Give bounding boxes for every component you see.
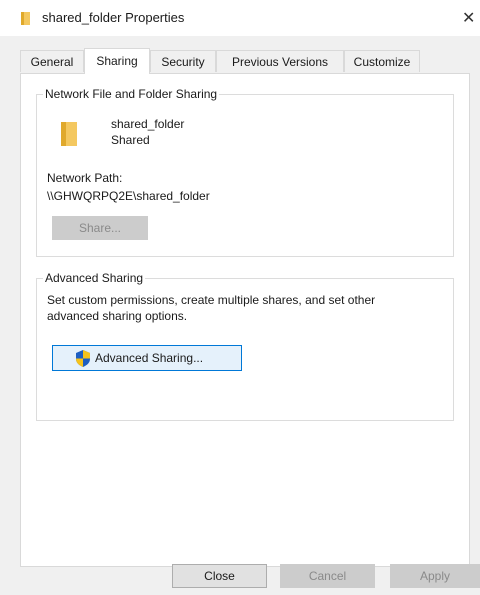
sharing-tab-panel: Network File and Folder Sharing shared_f…	[20, 73, 470, 567]
title-bar: shared_folder Properties ✕	[0, 0, 480, 36]
advanced-sharing-legend: Advanced Sharing	[43, 271, 146, 285]
folder-name: shared_folder	[111, 117, 185, 131]
folder-icon	[21, 12, 30, 25]
advanced-sharing-button-label: Advanced Sharing...	[95, 351, 204, 365]
share-button[interactable]: Share...	[52, 216, 148, 240]
network-path-value: \\GHWQRPQ2E\shared_folder	[47, 189, 210, 203]
advanced-sharing-description-line1: Set custom permissions, create multiple …	[47, 293, 376, 307]
window-title: shared_folder Properties	[42, 10, 185, 25]
dialog-button-bar: Close Cancel Apply	[0, 556, 480, 595]
dialog-client-area: General Sharing Security Previous Versio…	[0, 36, 480, 595]
close-button[interactable]: Close	[172, 564, 267, 588]
advanced-sharing-description-line2: advanced sharing options.	[47, 309, 188, 323]
tab-customize[interactable]: Customize	[344, 50, 420, 72]
advanced-sharing-group: Advanced Sharing Set custom permissions,…	[36, 271, 454, 421]
tab-security[interactable]: Security	[150, 50, 216, 72]
uac-shield-icon	[76, 350, 90, 367]
network-path-label: Network Path:	[47, 171, 123, 185]
network-sharing-group: Network File and Folder Sharing shared_f…	[36, 87, 454, 257]
shared-folder-icon	[61, 122, 77, 146]
close-icon[interactable]: ✕	[462, 8, 475, 28]
cancel-button[interactable]: Cancel	[280, 564, 375, 588]
share-status: Shared	[111, 133, 150, 147]
apply-button[interactable]: Apply	[390, 564, 480, 588]
tab-sharing[interactable]: Sharing	[84, 48, 150, 74]
tab-general[interactable]: General	[20, 50, 84, 72]
network-sharing-legend: Network File and Folder Sharing	[43, 87, 220, 101]
tab-previous-versions[interactable]: Previous Versions	[216, 50, 344, 72]
advanced-sharing-button[interactable]: Advanced Sharing...	[52, 345, 242, 371]
